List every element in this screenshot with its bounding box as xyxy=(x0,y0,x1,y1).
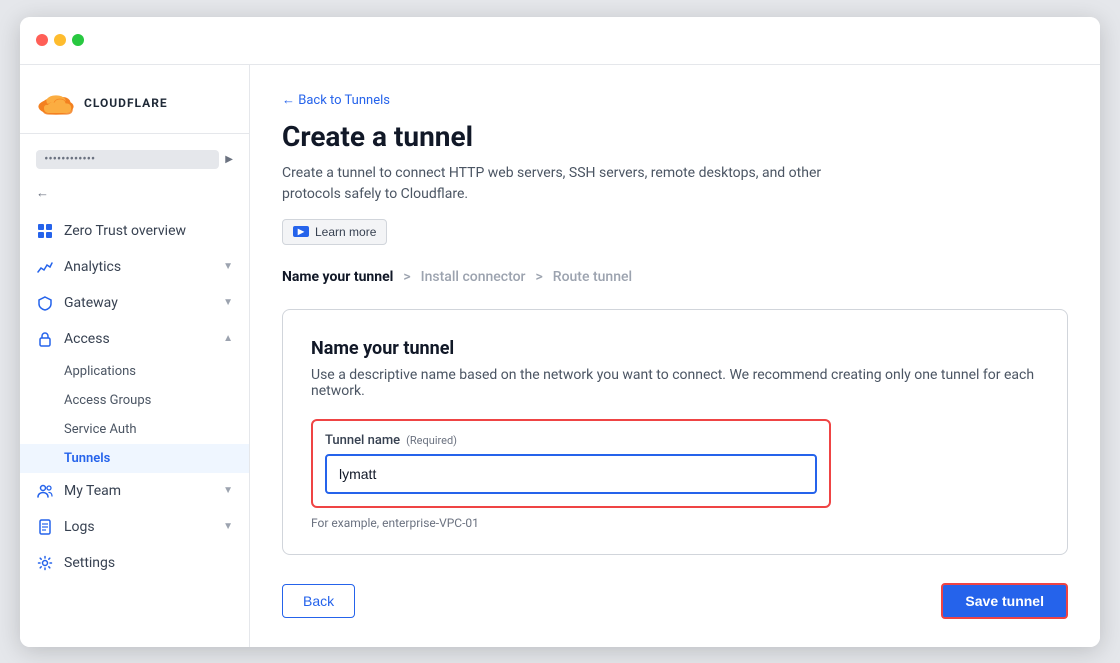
save-tunnel-button[interactable]: Save tunnel xyxy=(941,583,1068,619)
tunnel-name-form-card: Name your tunnel Use a descriptive name … xyxy=(282,309,1068,555)
maximize-traffic-light[interactable] xyxy=(72,34,84,46)
sidebar-back-button[interactable]: ← xyxy=(20,181,249,213)
tunnel-name-label: Tunnel name (Required) xyxy=(325,433,817,448)
shield-icon xyxy=(36,294,54,312)
sidebar-item-label: My Team xyxy=(64,483,121,499)
file-icon xyxy=(36,518,54,536)
sidebar-item-my-team[interactable]: My Team ▼ xyxy=(20,473,249,509)
chart-icon xyxy=(36,258,54,276)
form-card-description: Use a descriptive name based on the netw… xyxy=(311,367,1039,399)
sidebar-item-analytics[interactable]: Analytics ▼ xyxy=(20,249,249,285)
content-area: ← Back to Tunnels Create a tunnel Create… xyxy=(250,65,1100,647)
back-button[interactable]: Back xyxy=(282,584,355,618)
step-name-your-tunnel: Name your tunnel xyxy=(282,269,393,285)
sidebar-sub-item-label: Tunnels xyxy=(64,451,110,466)
learn-more-label: Learn more xyxy=(315,225,376,239)
sidebar-item-access[interactable]: Access ▲ xyxy=(20,321,249,357)
account-chevron-icon: ▶ xyxy=(225,154,233,165)
minimize-traffic-light[interactable] xyxy=(54,34,66,46)
form-actions: Back Save tunnel xyxy=(282,583,1068,619)
page-title: Create a tunnel xyxy=(282,120,1068,153)
sidebar-item-label: Logs xyxy=(64,519,95,535)
sidebar-item-zero-trust-overview[interactable]: Zero Trust overview xyxy=(20,213,249,249)
logo-text: CLOUDFLARE xyxy=(84,96,168,110)
step-install-connector: Install connector xyxy=(421,269,526,285)
field-required-indicator: (Required) xyxy=(406,434,457,447)
sidebar-item-settings[interactable]: Settings xyxy=(20,545,249,581)
sidebar-item-label: Settings xyxy=(64,555,115,571)
step-route-tunnel: Route tunnel xyxy=(553,269,632,285)
step-separator-2: > xyxy=(535,269,542,285)
logs-chevron-icon: ▼ xyxy=(223,521,233,532)
close-traffic-light[interactable] xyxy=(36,34,48,46)
sidebar-item-label: Gateway xyxy=(64,295,118,311)
tunnel-name-input[interactable] xyxy=(325,454,817,494)
steps-breadcrumb: Name your tunnel > Install connector > R… xyxy=(282,269,1068,285)
sidebar-sub-item-access-groups[interactable]: Access Groups xyxy=(20,386,249,415)
sidebar-sub-item-applications[interactable]: Applications xyxy=(20,357,249,386)
sidebar-item-logs[interactable]: Logs ▼ xyxy=(20,509,249,545)
sidebar: CLOUDFLARE •••••••••••• ▶ ← Zero Trust o… xyxy=(20,65,250,647)
back-arrow-icon: ← xyxy=(36,185,49,201)
sidebar-logo: CLOUDFLARE xyxy=(20,81,249,134)
tunnel-name-field-group: Tunnel name (Required) xyxy=(311,419,831,508)
my-team-chevron-icon: ▼ xyxy=(223,485,233,496)
lock-icon xyxy=(36,330,54,348)
top-bar xyxy=(20,17,1100,65)
sidebar-sub-item-tunnels[interactable]: Tunnels xyxy=(20,444,249,473)
sidebar-item-gateway[interactable]: Gateway ▼ xyxy=(20,285,249,321)
sidebar-sub-item-label: Access Groups xyxy=(64,393,151,408)
learn-more-icon: ▶ xyxy=(293,226,309,237)
gateway-chevron-icon: ▼ xyxy=(223,297,233,308)
form-card-title: Name your tunnel xyxy=(311,338,1039,359)
sidebar-item-label: Analytics xyxy=(64,259,121,275)
account-selector[interactable]: •••••••••••• ▶ xyxy=(20,142,249,177)
field-hint: For example, enterprise-VPC-01 xyxy=(311,516,1039,530)
traffic-lights xyxy=(36,34,84,46)
sidebar-item-label: Access xyxy=(64,331,110,347)
page-description: Create a tunnel to connect HTTP web serv… xyxy=(282,163,882,205)
learn-more-button[interactable]: ▶ Learn more xyxy=(282,219,387,245)
main-window: CLOUDFLARE •••••••••••• ▶ ← Zero Trust o… xyxy=(20,17,1100,647)
sidebar-sub-item-label: Service Auth xyxy=(64,422,137,437)
back-to-tunnels-link[interactable]: ← Back to Tunnels xyxy=(282,92,390,108)
users-icon xyxy=(36,482,54,500)
sidebar-sub-item-service-auth[interactable]: Service Auth xyxy=(20,415,249,444)
analytics-chevron-icon: ▼ xyxy=(223,261,233,272)
sidebar-sub-item-label: Applications xyxy=(64,364,136,379)
account-name: •••••••••••• xyxy=(36,150,219,169)
sidebar-item-label: Zero Trust overview xyxy=(64,223,186,239)
cloudflare-logo-icon xyxy=(36,89,76,117)
main-layout: CLOUDFLARE •••••••••••• ▶ ← Zero Trust o… xyxy=(20,65,1100,647)
grid-icon xyxy=(36,222,54,240)
gear-icon xyxy=(36,554,54,572)
step-separator-1: > xyxy=(403,269,410,285)
access-chevron-icon: ▲ xyxy=(223,333,233,344)
